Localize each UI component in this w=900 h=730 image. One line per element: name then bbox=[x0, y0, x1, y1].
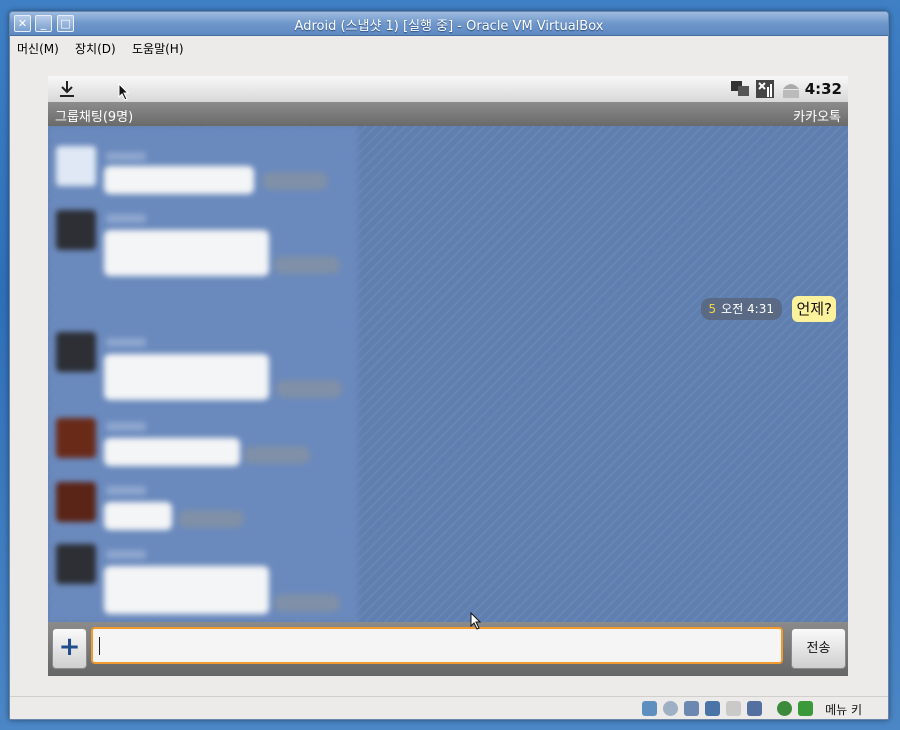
message-bubble: 언제? bbox=[792, 296, 836, 322]
blurred-messages bbox=[48, 126, 358, 622]
menu-machine[interactable]: 머신(M) bbox=[17, 40, 59, 57]
signal-icon bbox=[756, 80, 774, 98]
hard-disk-icon[interactable] bbox=[642, 701, 657, 716]
attach-plus-button[interactable]: + bbox=[52, 628, 87, 669]
keyboard-capture-icon[interactable] bbox=[798, 701, 813, 716]
network-icon bbox=[731, 81, 749, 96]
virtualbox-window: ✕ _ □ Adroid (스냅샷 1) [실행 중] - Oracle VM … bbox=[9, 11, 889, 720]
android-screen[interactable]: 4:32 그룹채팅(9명) 카카오톡 5 오전 4:31 언제? + 전송 bbox=[48, 76, 848, 676]
message-input[interactable] bbox=[91, 627, 783, 664]
message-meta: 5 오전 4:31 bbox=[700, 298, 782, 320]
virtualbox-status-bar: 메뉴 키 bbox=[10, 696, 888, 719]
mouse-integration-icon[interactable] bbox=[777, 701, 792, 716]
capture-icon[interactable] bbox=[747, 701, 762, 716]
usb-icon[interactable] bbox=[684, 701, 699, 716]
message-input-bar: + 전송 bbox=[48, 622, 848, 676]
chat-area[interactable]: 5 오전 4:31 언제? bbox=[48, 126, 848, 622]
unread-count: 5 bbox=[708, 302, 717, 316]
window-title: Adroid (스냅샷 1) [실행 중] - Oracle VM Virtua… bbox=[294, 19, 604, 34]
menu-bar: 머신(M) 장치(D) 도움말(H) bbox=[10, 36, 888, 58]
mouse-cursor-icon bbox=[118, 83, 130, 101]
app-name: 카카오톡 bbox=[793, 110, 841, 125]
title-bar[interactable]: ✕ _ □ Adroid (스냅샷 1) [실행 중] - Oracle VM … bbox=[10, 12, 888, 36]
network-adapter-icon[interactable] bbox=[705, 701, 720, 716]
android-status-bar: 4:32 bbox=[48, 76, 848, 102]
send-button[interactable]: 전송 bbox=[791, 628, 846, 669]
chat-header: 그룹채팅(9명) 카카오톡 bbox=[48, 102, 848, 126]
menu-help[interactable]: 도움말(H) bbox=[132, 40, 184, 57]
android-icon bbox=[783, 84, 799, 98]
mouse-cursor-icon bbox=[470, 612, 482, 630]
menu-devices[interactable]: 장치(D) bbox=[75, 40, 116, 57]
status-time: 4:32 bbox=[804, 80, 842, 98]
shared-folder-icon[interactable] bbox=[726, 701, 741, 716]
chat-title: 그룹채팅(9명) bbox=[55, 110, 134, 125]
host-key-label: 메뉴 키 bbox=[825, 703, 862, 717]
text-caret bbox=[99, 637, 100, 655]
message-time: 오전 4:31 bbox=[721, 302, 774, 316]
download-icon bbox=[60, 81, 74, 97]
optical-disk-icon[interactable] bbox=[663, 701, 678, 716]
